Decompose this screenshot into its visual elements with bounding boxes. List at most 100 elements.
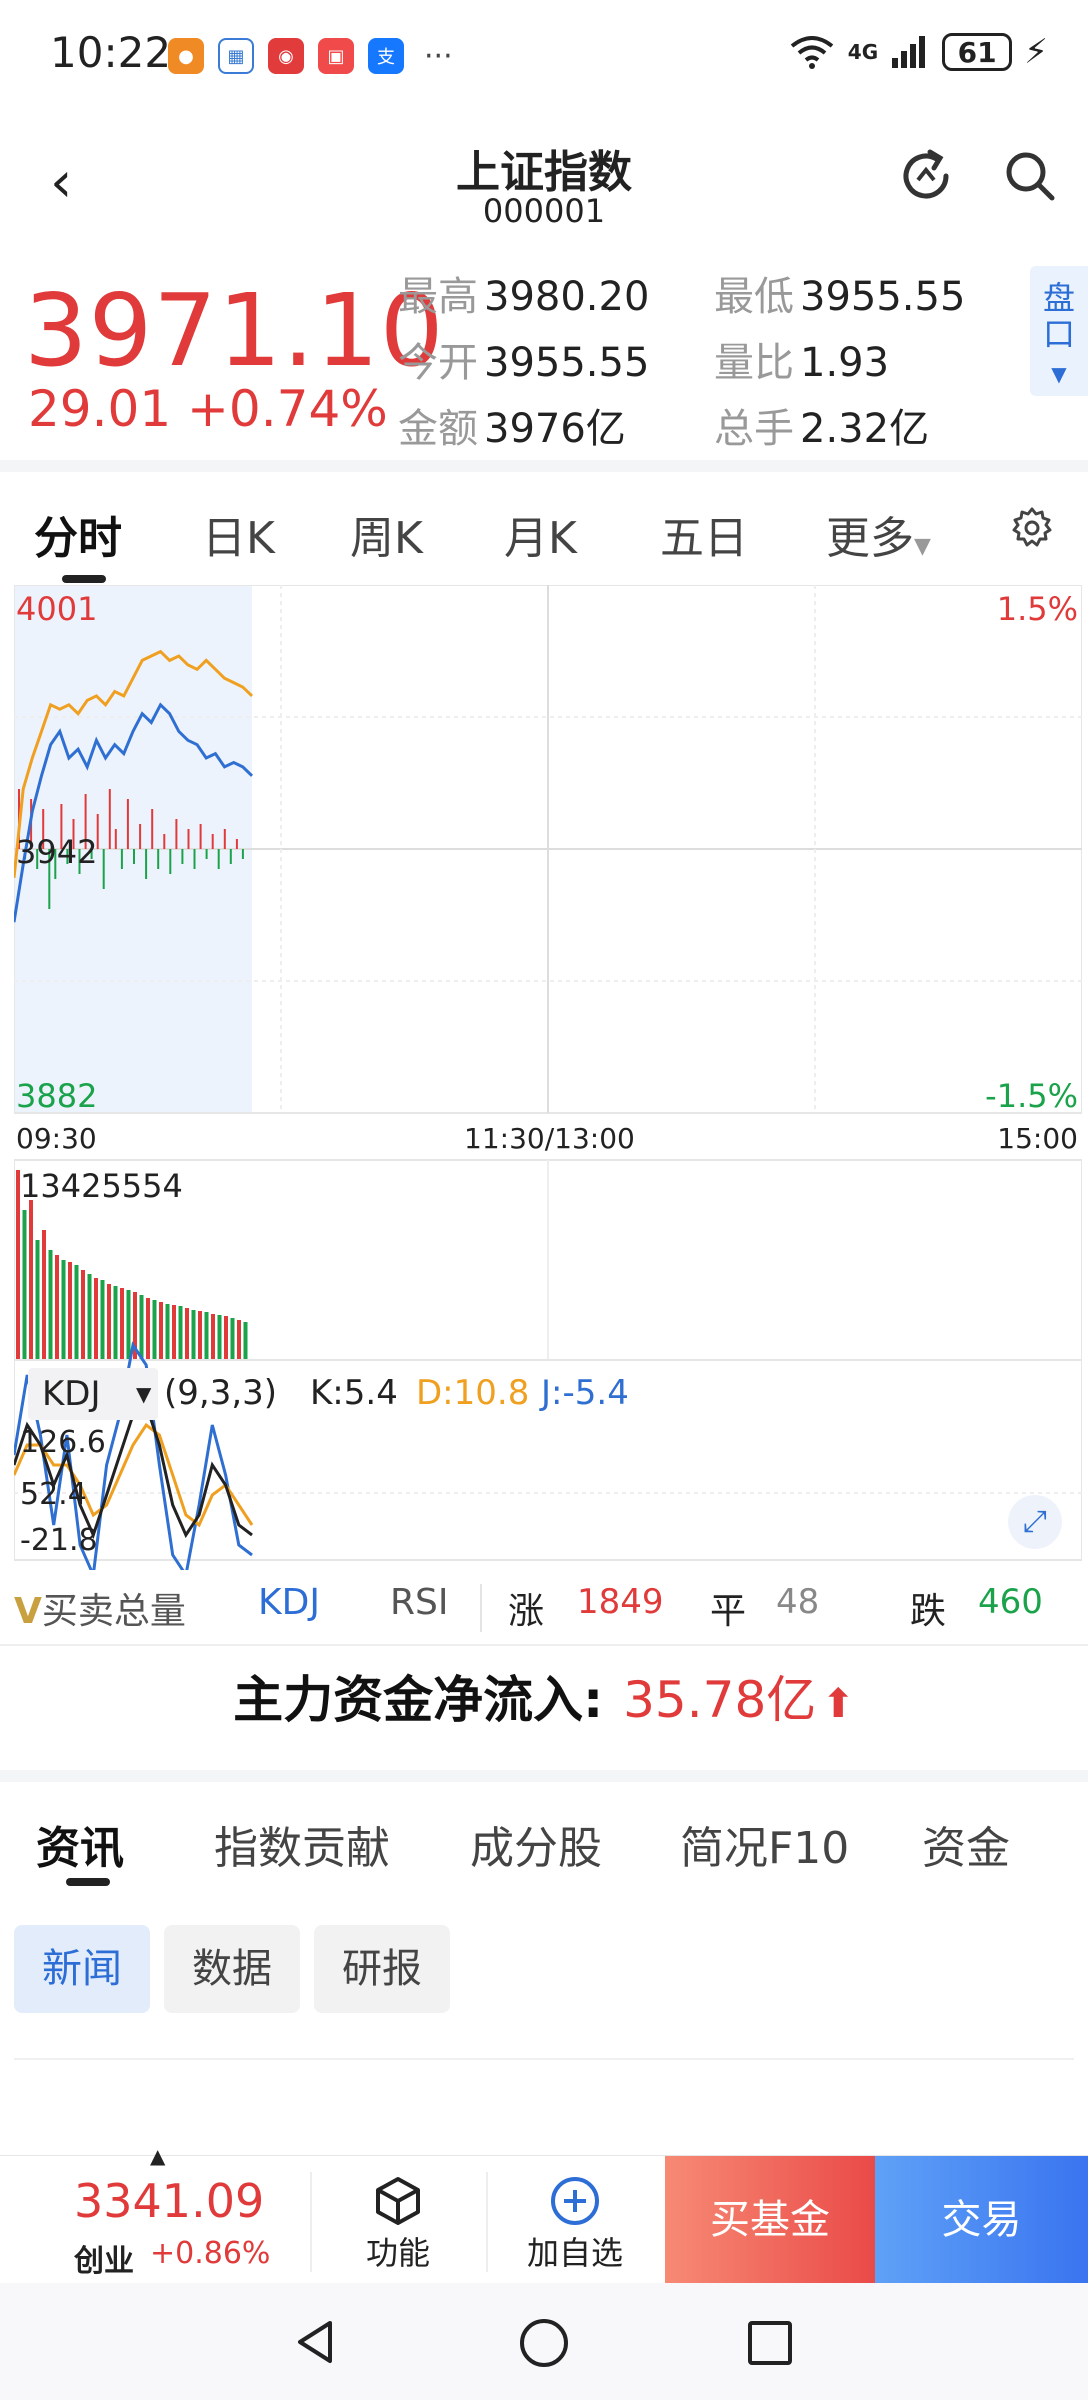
trade-button[interactable]: 交易	[875, 2156, 1088, 2284]
kdj-d-value: D:10.8	[416, 1373, 530, 1413]
volume-bar	[55, 1255, 59, 1360]
chip-data[interactable]: 数据	[164, 1925, 300, 2013]
tab-intraday[interactable]: 分时	[34, 502, 122, 566]
advancers-count: 1849	[577, 1582, 664, 1622]
chinext-name: 创业	[74, 2244, 134, 2279]
kdj-j-value: J:-5.4	[541, 1373, 629, 1413]
breadth-bar	[102, 849, 105, 889]
tab-constituents[interactable]: 成分股	[470, 1812, 602, 1876]
tab-rsi[interactable]: RSI	[390, 1582, 448, 1623]
kdj-axis-high: 126.6	[20, 1425, 106, 1460]
volume-bar	[159, 1302, 163, 1360]
chinext-change: +0.86%	[150, 2236, 271, 2271]
breadth-bar	[217, 849, 220, 869]
breadth-bar	[163, 834, 166, 849]
caret-down-icon: ▼	[136, 1382, 152, 1406]
netflow-value: 35.78亿	[623, 1671, 817, 1729]
breadth-bar	[175, 819, 178, 849]
chip-news[interactable]: 新闻	[14, 1925, 150, 2013]
volume-max-label: 13425554	[20, 1167, 183, 1205]
section-divider	[0, 1644, 1088, 1646]
expand-icon[interactable]: ⤢	[1008, 1495, 1062, 1549]
bottom-action-bar: ▲ 3341.09 创业 +0.86% 功能 加自选 买基金 交易	[0, 2144, 1088, 2284]
tab-more[interactable]: 更多▼	[826, 502, 931, 566]
list-divider	[14, 2058, 1074, 2060]
decliners-count: 460	[978, 1582, 1043, 1622]
volume-bar	[185, 1308, 189, 1360]
volume-bar	[29, 1200, 33, 1360]
decliners-label: 跌	[910, 1591, 947, 1632]
kdj-k-value: K:5.4	[310, 1373, 398, 1413]
price-change: 29.01 +0.74%	[28, 380, 388, 438]
refresh-icon[interactable]	[896, 146, 956, 206]
intraday-chart[interactable]: 4001 3942 3882 1.5% -1.5% 09:30 11:30/13…	[12, 584, 1083, 1581]
price-axis-high: 4001	[16, 590, 98, 628]
volume-bar	[94, 1278, 98, 1360]
function-button[interactable]: 功能	[338, 2174, 458, 2274]
section-divider	[0, 460, 1088, 472]
breadth-bar	[235, 839, 238, 849]
volume-bar	[152, 1300, 157, 1360]
search-icon[interactable]	[1000, 146, 1060, 206]
kdj-axis-low: -21.8	[20, 1523, 98, 1558]
intraday-chart-svg	[12, 584, 1083, 1581]
tab-news[interactable]: 资讯	[36, 1812, 124, 1876]
tab-kdj[interactable]: KDJ	[258, 1582, 320, 1623]
news-filter-chips: 新闻 数据 研报	[14, 1925, 450, 2013]
breadth-bar	[157, 849, 160, 869]
volume-bar	[237, 1320, 241, 1360]
pankou-tab[interactable]: 盘口 ▼	[1030, 266, 1088, 396]
tab-monthly-k[interactable]: 月K	[504, 502, 577, 566]
signal-icon	[892, 36, 926, 68]
tab-index-contribution[interactable]: 指数贡献	[214, 1812, 390, 1876]
kdj-selector[interactable]: KDJ ▼	[28, 1368, 158, 1420]
time-axis-mid: 11:30/13:00	[464, 1122, 635, 1155]
stat-total-volume: 总手 2.32亿	[714, 406, 930, 452]
volume-bar	[211, 1314, 215, 1360]
info-tabs: 资讯 指数贡献 成分股 简况F10 资金	[0, 1790, 1088, 1900]
breadth-bar	[223, 829, 226, 849]
tab-profile-f10[interactable]: 简况F10	[680, 1812, 849, 1876]
stat-amount: 金额 3976亿	[398, 406, 626, 452]
gear-icon[interactable]	[1010, 506, 1054, 550]
volume-bar	[100, 1280, 105, 1360]
breadth-bar	[108, 789, 111, 849]
cube-icon	[376, 2177, 420, 2225]
status-time: 10:22	[50, 28, 172, 77]
tab-daily-k[interactable]: 日K	[202, 502, 275, 566]
tab-weekly-k[interactable]: 周K	[350, 502, 423, 566]
volume-bar	[68, 1262, 72, 1360]
main-capital-netflow[interactable]: 主力资金净流入: 35.78亿 ⬆	[0, 1660, 1088, 1760]
breadth-bar	[120, 849, 123, 869]
alipay-icon: 支	[368, 38, 404, 74]
nav-recents-icon[interactable]	[746, 2319, 794, 2367]
volume-bar	[178, 1306, 183, 1360]
notification-app-icon: ▣	[318, 38, 354, 74]
breadth-bar	[114, 829, 117, 849]
netflow-label: 主力资金净流入:	[233, 1671, 604, 1729]
volume-bar	[35, 1240, 40, 1360]
buysell-total-tab[interactable]: V买卖总量	[14, 1582, 186, 1634]
buy-fund-button[interactable]: 买基金	[665, 2156, 875, 2284]
volume-bar	[81, 1270, 85, 1360]
quote-panel: 3971.10 29.01 +0.74% 最高 3980.20 最低 3955.55…	[0, 260, 1088, 460]
nav-back-icon[interactable]	[290, 2317, 340, 2367]
breadth-bar	[205, 849, 208, 859]
volume-bar	[74, 1265, 79, 1360]
breadth-bar	[169, 849, 172, 874]
breadth-bar	[229, 849, 232, 864]
nav-home-icon[interactable]	[518, 2317, 570, 2369]
price-axis-mid: 3942	[16, 833, 98, 871]
chinext-price[interactable]: 3341.09	[74, 2174, 264, 2228]
chip-research[interactable]: 研报	[314, 1925, 450, 2013]
wifi-icon	[790, 36, 834, 69]
tab-five-day[interactable]: 五日	[660, 502, 748, 566]
vip-icon: V	[14, 1591, 42, 1632]
tab-capital[interactable]: 资金	[922, 1812, 1010, 1876]
add-watchlist-button[interactable]: 加自选	[515, 2174, 635, 2274]
volume-bar	[120, 1288, 124, 1360]
chart-period-tabs: 分时 日K 周K 月K 五日 更多▼	[0, 480, 1088, 583]
arrow-up-icon: ⬆	[821, 1681, 855, 1727]
system-nav-bar	[0, 2283, 1088, 2400]
stat-high: 最高 3980.20	[398, 274, 650, 320]
